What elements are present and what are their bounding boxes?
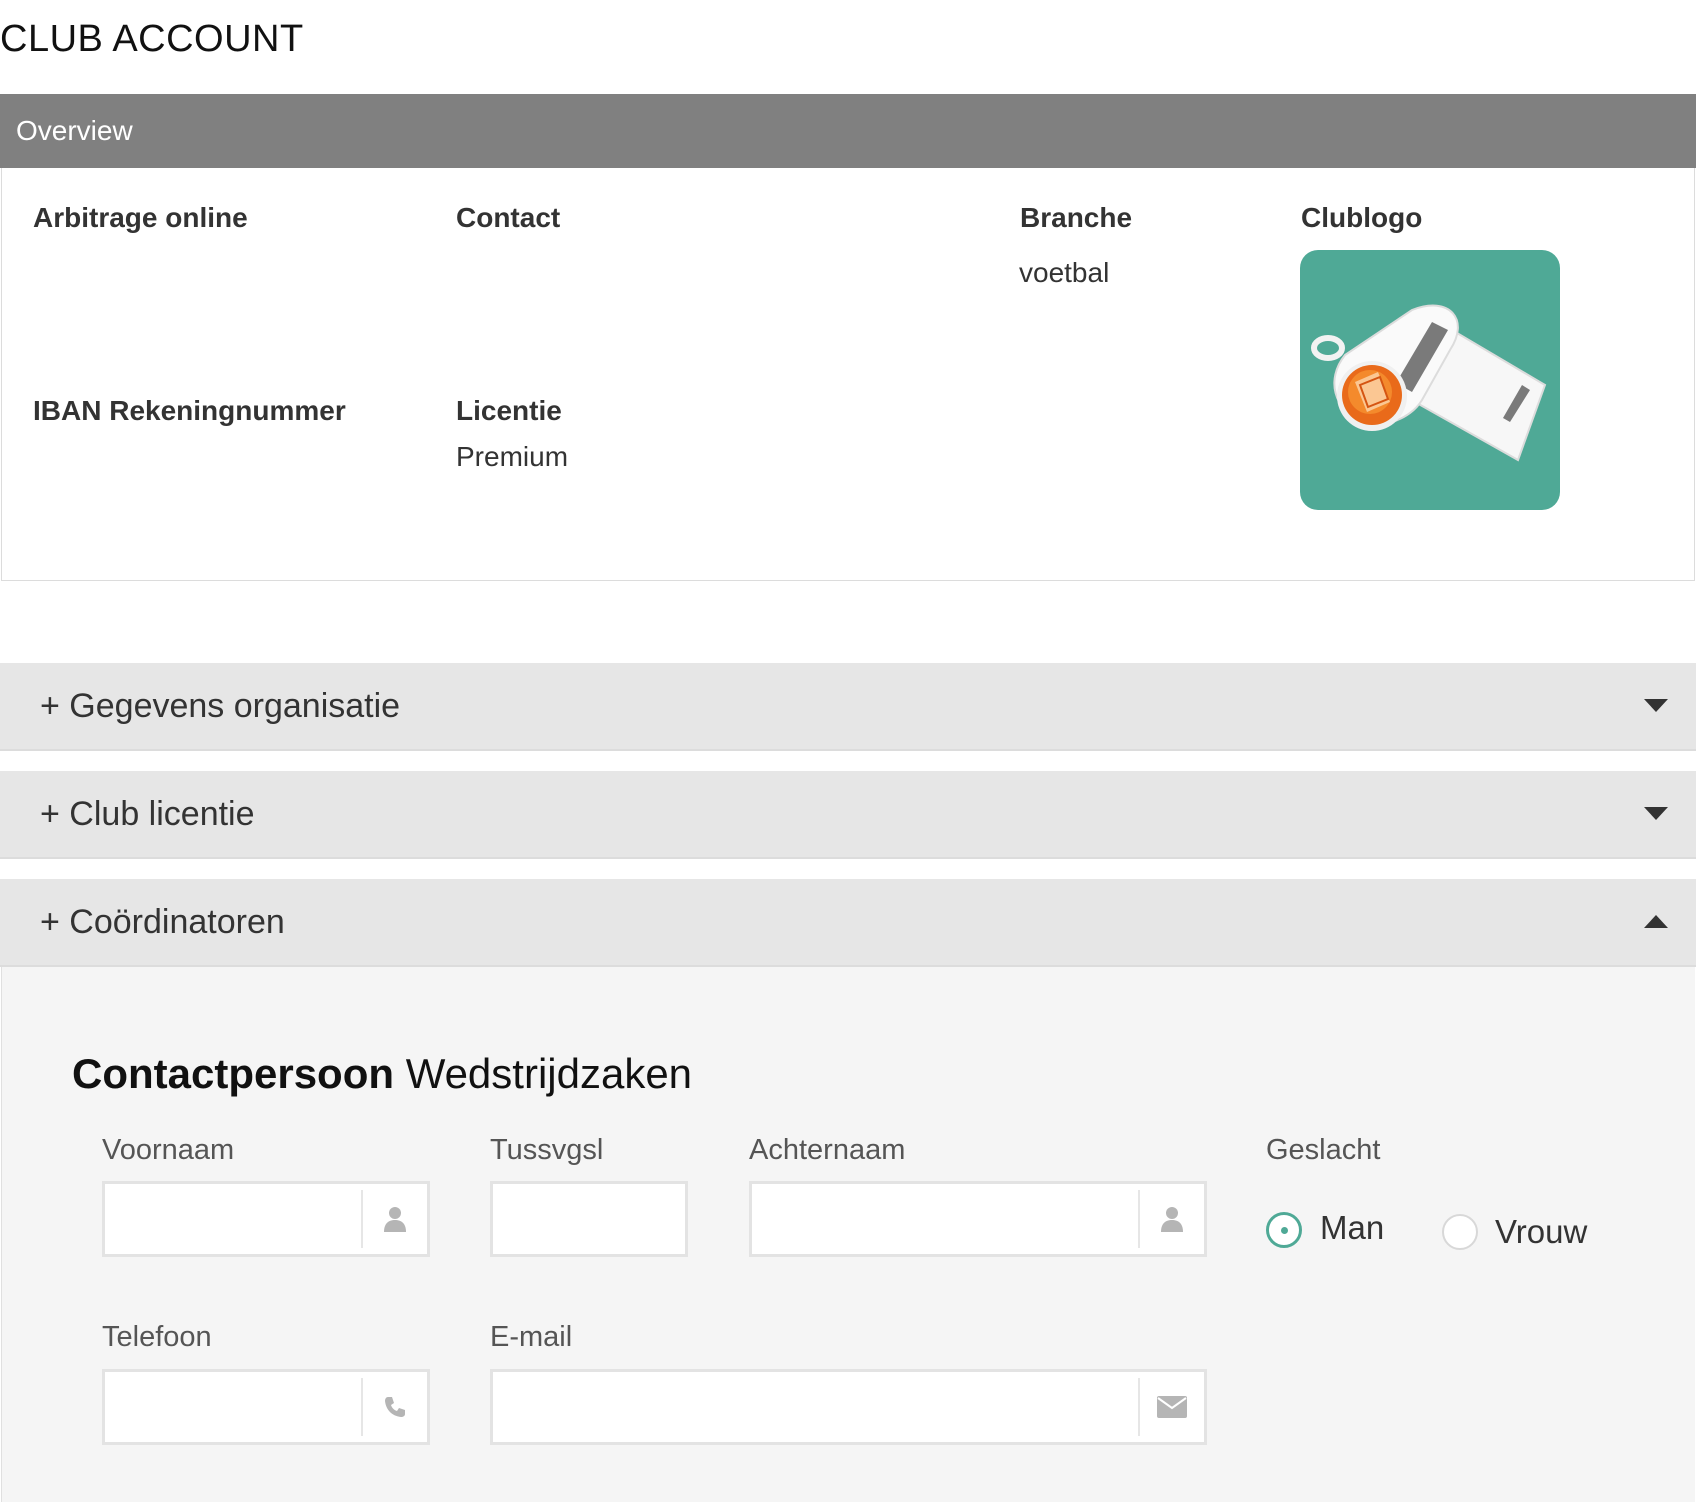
tussvgsl-field[interactable] bbox=[490, 1181, 688, 1257]
telefoon-field[interactable] bbox=[102, 1369, 430, 1445]
licentie-label: Licentie bbox=[456, 395, 562, 426]
achternaam-label: Achternaam bbox=[749, 1134, 906, 1166]
email-label: E-mail bbox=[490, 1321, 573, 1353]
section-heading-rest: Wedstrijdzaken bbox=[405, 1050, 693, 1097]
overview-header: Overview bbox=[0, 94, 1696, 168]
radio-man[interactable] bbox=[1266, 1212, 1302, 1248]
page-title: CLUB ACCOUNT bbox=[0, 18, 304, 60]
accordion-title: + Club licentie bbox=[40, 795, 255, 833]
iban-label: IBAN Rekeningnummer bbox=[33, 395, 346, 426]
accordion-coordinatoren[interactable]: + Coördinatoren bbox=[0, 879, 1696, 967]
radio-vrouw[interactable] bbox=[1442, 1214, 1478, 1250]
clublogo-label: Clublogo bbox=[1301, 202, 1423, 233]
arbitrage-online-label: Arbitrage online bbox=[33, 202, 248, 233]
branche-value: voetbal bbox=[1019, 257, 1110, 288]
caret-down-icon bbox=[1644, 699, 1668, 712]
envelope-icon bbox=[1138, 1378, 1204, 1436]
phone-icon bbox=[361, 1378, 427, 1436]
accordion-title: + Coördinatoren bbox=[40, 903, 285, 941]
achternaam-field[interactable] bbox=[749, 1181, 1207, 1257]
caret-up-icon bbox=[1644, 915, 1668, 928]
radio-vrouw-label[interactable]: Vrouw bbox=[1495, 1213, 1587, 1251]
caret-down-icon bbox=[1644, 807, 1668, 820]
telefoon-label: Telefoon bbox=[102, 1321, 212, 1353]
radio-man-label[interactable]: Man bbox=[1320, 1209, 1384, 1247]
email-field[interactable] bbox=[490, 1369, 1207, 1445]
section-heading: Contactpersoon Wedstrijdzaken bbox=[72, 1050, 692, 1098]
accordion-club-licentie[interactable]: + Club licentie bbox=[0, 771, 1696, 859]
accordion-gegevens-organisatie[interactable]: + Gegevens organisatie bbox=[0, 663, 1696, 751]
geslacht-label: Geslacht bbox=[1266, 1134, 1381, 1166]
voornaam-label: Voornaam bbox=[102, 1134, 235, 1166]
user-icon bbox=[361, 1190, 427, 1248]
branche-label: Branche bbox=[1020, 202, 1133, 233]
tussvgsl-label: Tussvgsl bbox=[490, 1134, 604, 1166]
accordion-title: + Gegevens organisatie bbox=[40, 687, 401, 725]
voornaam-field[interactable] bbox=[102, 1181, 430, 1257]
section-heading-bold: Contactpersoon bbox=[72, 1050, 395, 1097]
user-icon bbox=[1138, 1190, 1204, 1248]
contact-label: Contact bbox=[456, 202, 561, 233]
licentie-value: Premium bbox=[456, 441, 569, 472]
club-logo-whistle-icon bbox=[1300, 250, 1560, 510]
